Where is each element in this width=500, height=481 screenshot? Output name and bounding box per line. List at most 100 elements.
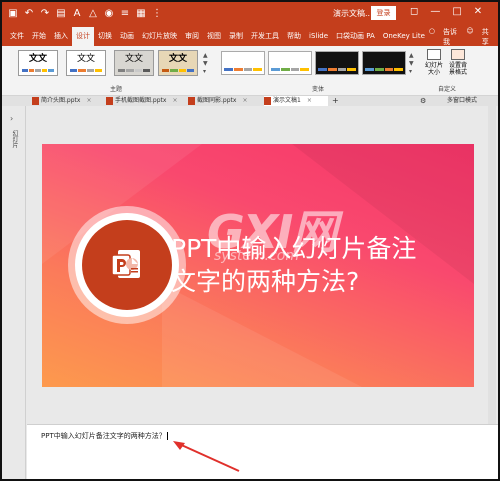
notes-pane[interactable]: PPT中输入幻灯片备注文字的两种方法？ (27, 424, 498, 479)
tab-home[interactable]: 开始 (28, 27, 50, 46)
title-bar: ▣ ↶ ↷ ▤ A △ ◉ ≡ ▦ ⋮ 演示文稿... 登录 ◻ — □ ✕ (2, 2, 498, 27)
notes-text-field[interactable]: PPT中输入幻灯片备注文字的两种方法？ (41, 431, 168, 441)
ppt-file-icon (188, 97, 195, 105)
tab-animations[interactable]: 动画 (116, 27, 138, 46)
theme-thumbnail-1[interactable]: 文文 (18, 50, 58, 76)
format-background-button[interactable]: 设置背景格式 (448, 49, 468, 76)
align-icon[interactable]: ≡ (120, 7, 130, 21)
expand-pane-icon[interactable]: › (10, 114, 13, 123)
powerpoint-icon (111, 250, 140, 278)
close-tab-icon[interactable]: × (242, 97, 247, 104)
format-background-label: 设置背景格式 (448, 62, 467, 76)
tab-insert[interactable]: 插入 (50, 27, 72, 46)
font-color-icon[interactable]: A (72, 7, 82, 21)
theme-thumbnail-2[interactable]: 文文 (66, 50, 106, 76)
tab-view[interactable]: 视图 (203, 27, 225, 46)
qat-more-icon[interactable]: ⋮ (152, 7, 162, 21)
slide-canvas[interactable]: GXI网 system.com PPT中输入幻灯片备注 文字的两种方法? (42, 144, 474, 387)
background-facet (162, 284, 362, 387)
format-background-icon (451, 49, 465, 60)
start-slideshow-icon[interactable]: ▤ (56, 7, 66, 21)
share-button[interactable]: 共享 (482, 27, 492, 47)
slide-size-icon (427, 49, 441, 60)
text-cursor (166, 432, 168, 440)
theme-sample-text: 文文 (168, 54, 187, 64)
slide-title-line: PPT中输入幻灯片备注 (171, 234, 417, 263)
tab-onekey[interactable]: OneKey Lite (379, 27, 429, 46)
redo-icon[interactable]: ↷ (40, 7, 50, 21)
doc-tab-label: 手机截图截图.pptx (115, 97, 167, 104)
notes-text: PPT中输入幻灯片备注文字的两种方法？ (41, 432, 166, 440)
close-tab-icon[interactable]: × (172, 97, 177, 104)
undo-icon[interactable]: ↶ (24, 7, 34, 21)
restore-icon[interactable]: ◻ (410, 6, 418, 17)
doc-tab-label: 截图同影.pptx (197, 97, 237, 104)
variants-group-label: 变体 (312, 86, 325, 93)
lightbulb-icon[interactable]: ○ (429, 27, 435, 47)
tab-file[interactable]: 文件 (6, 27, 28, 46)
tell-me-input[interactable]: 告诉我 (443, 27, 458, 47)
doc-tab-label: 演示文稿1 (273, 97, 301, 104)
themes-scroll-icon[interactable]: ▲ ▼ ▾ (203, 52, 208, 76)
theme-sample-text: 文文 (28, 54, 47, 64)
customize-group-label: 自定义 (438, 86, 457, 93)
minimize-icon[interactable]: — (430, 6, 440, 17)
theme-sample-text: 文文 (76, 54, 95, 64)
tab-transitions[interactable]: 切换 (94, 27, 116, 46)
variants-scroll-icon[interactable]: ▲ ▼ ▾ (409, 52, 414, 76)
tab-help[interactable]: 帮助 (283, 27, 305, 46)
pane-label: 幻灯片 (11, 130, 18, 148)
theme-thumbnail-4[interactable]: 文文 (158, 50, 198, 76)
login-button[interactable]: 登录 (371, 6, 396, 20)
themes-group-label: 主题 (110, 86, 123, 93)
tab-design[interactable]: 设计 (72, 27, 94, 46)
doc-tab[interactable]: 手机截图截图.pptx × (106, 96, 177, 106)
powerpoint-window: ▣ ↶ ↷ ▤ A △ ◉ ≡ ▦ ⋮ 演示文稿... 登录 ◻ — □ ✕ 文… (0, 0, 500, 481)
vertical-scrollbar[interactable] (488, 106, 496, 424)
tab-review[interactable]: 审阅 (181, 27, 203, 46)
ribbon-tabs: 文件 开始 插入 设计 切换 动画 幻灯片放映 审阅 视图 录制 开发工具 帮助… (2, 27, 498, 46)
slide-size-button[interactable]: 幻灯片大小 (424, 49, 444, 76)
maximize-icon[interactable]: □ (452, 6, 461, 17)
ppt-file-icon (32, 97, 39, 105)
document-title: 演示文稿... (333, 9, 373, 18)
quick-access-toolbar: ▣ ↶ ↷ ▤ A △ ◉ ≡ ▦ ⋮ (8, 7, 162, 21)
slide-editing-area: GXI网 system.com PPT中输入幻灯片备注 文字的两种方法? (27, 106, 498, 424)
ppt-file-icon (106, 97, 113, 105)
slide-size-label: 幻灯片大小 (424, 62, 443, 76)
theme-thumbnail-3[interactable]: 文文 (114, 50, 154, 76)
tab-islide[interactable]: iSlide (305, 27, 332, 46)
tab-slideshow[interactable]: 幻灯片放映 (138, 27, 181, 46)
multi-window-toggle[interactable]: 多窗口模式 (447, 96, 477, 106)
fill-icon[interactable]: ◉ (104, 7, 114, 21)
close-icon[interactable]: ✕ (474, 6, 482, 17)
theme-sample-text: 文文 (124, 54, 143, 64)
shapes-icon[interactable]: △ (88, 7, 98, 21)
close-tab-icon[interactable]: × (86, 97, 91, 104)
document-tabs: 简介头图.pptx × 手机截图截图.pptx × 截图同影.pptx × 演示文稿1… (2, 96, 498, 106)
variant-thumbnail-3[interactable] (315, 51, 359, 75)
close-tab-icon[interactable]: × (307, 97, 312, 104)
slide-thumbnail-pane: › 幻灯片 (2, 106, 26, 479)
doc-tab[interactable]: 简介头图.pptx × (32, 96, 91, 106)
ppt-file-icon (264, 97, 271, 105)
tab-settings-icon[interactable]: ⚙ (420, 96, 426, 106)
slide-title[interactable]: PPT中输入幻灯片备注 文字的两种方法? (171, 232, 471, 298)
tab-pocket-animation[interactable]: 口袋动画 PA (332, 27, 379, 46)
variant-thumbnail-2[interactable] (268, 51, 312, 75)
doc-tab[interactable]: 截图同影.pptx × (188, 96, 247, 106)
format-icon[interactable]: ▦ (136, 7, 146, 21)
doc-tab-active[interactable]: 演示文稿1 × (264, 96, 328, 106)
variant-thumbnail-4[interactable] (362, 51, 406, 75)
new-tab-icon[interactable]: + (332, 96, 339, 106)
variant-thumbnail-1[interactable] (221, 51, 265, 75)
tab-right-area: ○ 告诉我 ☺ 共享 (429, 27, 498, 47)
ribbon-design: 文文 文文 文文 文文 ▲ ▼ ▾ 主题 ▲ ▼ ▾ 变体 幻灯片大小 设置背景… (2, 46, 498, 96)
tab-record[interactable]: 录制 (225, 27, 247, 46)
doc-tab-label: 简介头图.pptx (41, 97, 81, 104)
window-controls: ◻ — □ ✕ (410, 6, 482, 17)
save-icon[interactable]: ▣ (8, 7, 18, 21)
slide-title-line: 文字的两种方法? (171, 267, 360, 296)
person-icon[interactable]: ☺ (466, 27, 473, 47)
tab-developer[interactable]: 开发工具 (247, 27, 283, 46)
